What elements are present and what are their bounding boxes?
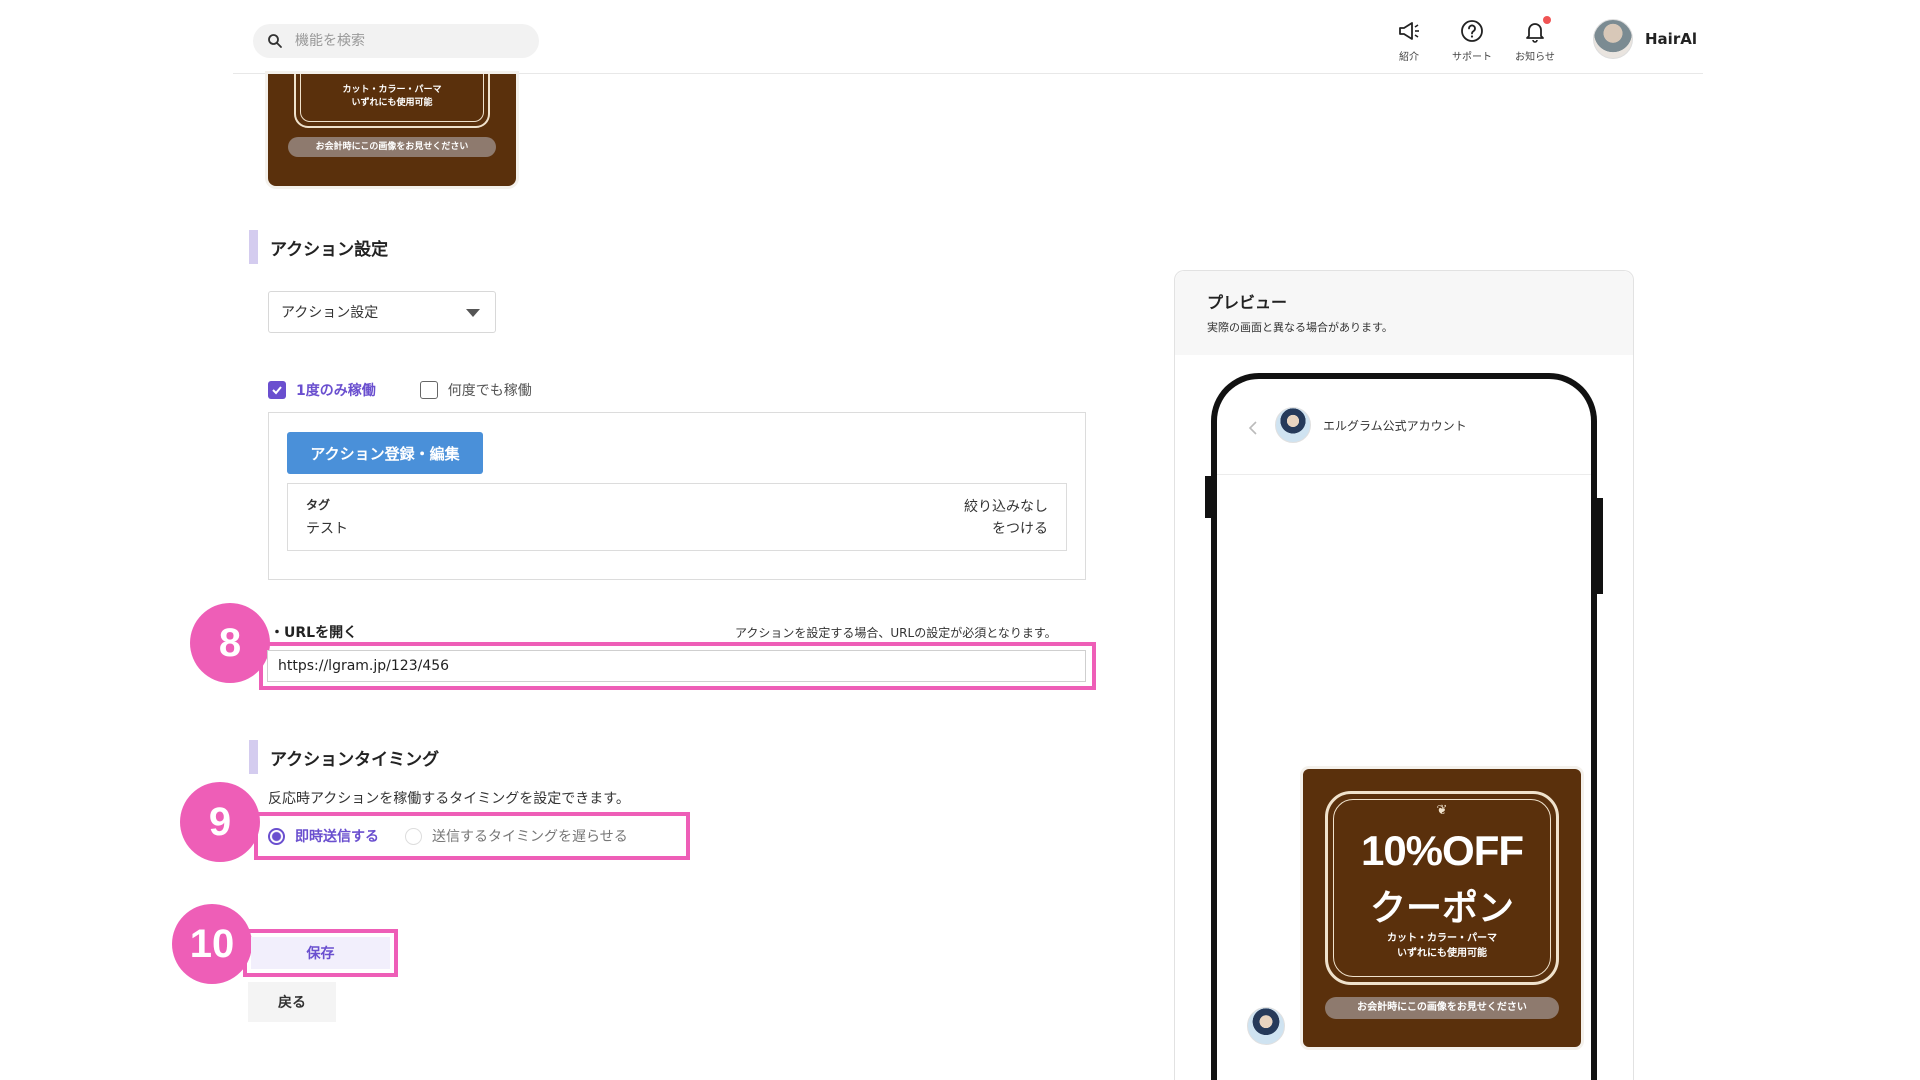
intro-label: 紹介 bbox=[1399, 52, 1419, 63]
repeat-label[interactable]: 何度でも稼働 bbox=[448, 380, 532, 400]
support-nav[interactable]: サポート bbox=[1442, 18, 1502, 63]
top-header: 紹介 サポート お知らせ HairAlic bbox=[233, 0, 1703, 74]
preview-subtitle: 実際の画面と異なる場合があります。 bbox=[1207, 321, 1393, 334]
step-marker-9: 9 bbox=[180, 782, 260, 862]
notification-dot bbox=[1543, 16, 1551, 24]
action-settings-heading: アクション設定 bbox=[249, 230, 388, 264]
chat-header: エルグラム公式アカウント bbox=[1217, 379, 1591, 475]
coupon-footer: お会計時にこの画像をお見せください bbox=[288, 137, 496, 157]
timing-description: 反応時アクションを稼働するタイミングを設定できます。 bbox=[268, 791, 630, 807]
tag-action-row: タグ テスト 絞り込みなし をつける bbox=[287, 483, 1067, 551]
preview-title: プレビュー bbox=[1207, 293, 1288, 312]
back-button[interactable]: 戻る bbox=[248, 982, 336, 1022]
coupon-line-1: カット・カラー・パーマ bbox=[1387, 933, 1497, 944]
coupon-subheadline: クーポン bbox=[1369, 888, 1514, 929]
intro-nav[interactable]: 紹介 bbox=[1379, 18, 1439, 63]
search-icon bbox=[268, 34, 282, 48]
avatar bbox=[1593, 19, 1633, 59]
notifications-label: お知らせ bbox=[1515, 52, 1555, 63]
message-avatar bbox=[1247, 1007, 1285, 1045]
coupon-message-image: ❦ 10%OFF クーポン カット・カラー・パーマ いずれにも使用可能 お会計時… bbox=[1303, 769, 1581, 1047]
step-marker-10: 10 bbox=[172, 904, 252, 984]
timing-heading: アクションタイミング bbox=[249, 740, 439, 774]
heading-accent-bar bbox=[249, 230, 258, 264]
tag-value: テスト bbox=[306, 521, 348, 537]
once-checkbox[interactable] bbox=[268, 381, 286, 399]
coupon-image-thumbnail: カット・カラー・パーマ いずれにも使用可能 お会計時にこの画像をお見せください bbox=[268, 74, 516, 186]
user-name: HairAlic bbox=[1645, 30, 1697, 48]
caret-down-icon bbox=[466, 309, 480, 317]
check-icon bbox=[272, 386, 282, 395]
search-bar[interactable] bbox=[253, 24, 539, 58]
coupon-line-2: いずれにも使用可能 bbox=[351, 98, 433, 108]
chevron-left-icon bbox=[1248, 421, 1257, 435]
once-label[interactable]: 1度のみ稼働 bbox=[296, 380, 376, 400]
repeat-checkbox[interactable] bbox=[419, 381, 438, 399]
tag-operation-text: をつける bbox=[992, 521, 1048, 537]
run-mode-options: 1度のみ稼働 何度でも稼働 bbox=[268, 380, 532, 400]
url-label: ・URLを開く bbox=[270, 625, 358, 641]
action-settings-title: アクション設定 bbox=[270, 239, 389, 260]
delay-radio[interactable] bbox=[405, 827, 422, 845]
heading-accent-bar bbox=[249, 740, 258, 774]
coupon-line-2: いずれにも使用可能 bbox=[1397, 948, 1487, 959]
timing-options: 即時送信する 送信するタイミングを遅らせる bbox=[254, 812, 690, 860]
save-button[interactable]: 保存 bbox=[251, 937, 390, 969]
action-box: アクション登録・編集 タグ テスト 絞り込みなし をつける bbox=[268, 412, 1086, 580]
tag-label: タグ bbox=[306, 498, 331, 512]
phone-mockup: エルグラム公式アカウント ❦ 10%OFF クーポン カット・カラー・パーマ い… bbox=[1211, 373, 1597, 1080]
delay-label[interactable]: 送信するタイミングを遅らせる bbox=[432, 826, 628, 846]
action-settings-select[interactable]: アクション設定 bbox=[268, 291, 496, 333]
tag-filter-text: 絞り込みなし bbox=[964, 499, 1048, 515]
immediate-radio[interactable] bbox=[268, 827, 285, 845]
url-note: アクションを設定する場合、URLの設定が必須となります。 bbox=[735, 626, 1057, 640]
support-label: サポート bbox=[1452, 52, 1492, 63]
preview-header: プレビュー 実際の画面と異なる場合があります。 bbox=[1175, 271, 1633, 355]
step-marker-8: 8 bbox=[190, 603, 270, 683]
help-icon bbox=[1461, 20, 1483, 42]
url-input[interactable] bbox=[267, 650, 1086, 682]
coupon-footer: お会計時にこの画像をお見せください bbox=[1325, 997, 1559, 1019]
preview-panel: プレビュー 実際の画面と異なる場合があります。 エルグラム公式アカウント ❦ 1… bbox=[1174, 270, 1634, 1080]
user-menu[interactable]: HairAlic bbox=[1593, 19, 1697, 59]
account-name: エルグラム公式アカウント bbox=[1323, 419, 1467, 433]
url-highlight bbox=[259, 642, 1096, 690]
account-avatar bbox=[1275, 407, 1311, 443]
select-value: アクション設定 bbox=[281, 305, 379, 321]
coupon-line-1: カット・カラー・パーマ bbox=[342, 85, 442, 95]
coupon-headline: 10%OFF bbox=[1360, 827, 1524, 874]
save-highlight: 保存 bbox=[243, 929, 398, 977]
phone-button-right bbox=[1597, 498, 1603, 594]
search-input[interactable] bbox=[295, 33, 515, 49]
notifications-nav[interactable]: お知らせ bbox=[1505, 16, 1565, 63]
megaphone-icon bbox=[1399, 22, 1419, 40]
timing-title: アクションタイミング bbox=[270, 749, 440, 770]
immediate-label[interactable]: 即時送信する bbox=[295, 826, 379, 846]
register-action-button[interactable]: アクション登録・編集 bbox=[287, 432, 483, 474]
ornament-icon: ❦ bbox=[1436, 803, 1448, 818]
